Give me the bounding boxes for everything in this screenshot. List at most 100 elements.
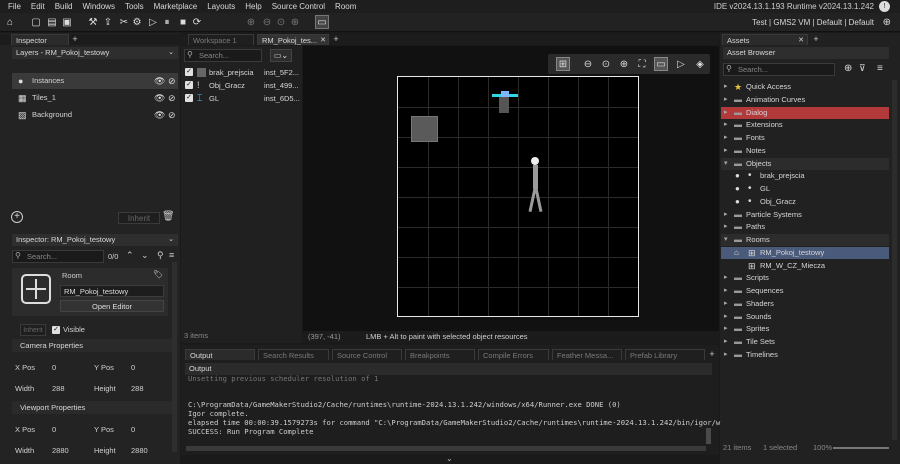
left-scrollbar[interactable] [172, 262, 177, 452]
menu-layouts[interactable]: Layouts [202, 0, 240, 13]
vp-width-value[interactable]: 2880 [52, 446, 69, 455]
instance-checkbox[interactable]: ✓ [185, 68, 193, 76]
pause-icon[interactable]: ⏸ [160, 15, 174, 29]
chevron-down-icon[interactable]: ⌄ [141, 250, 149, 261]
clean-icon[interactable]: ✂ [117, 15, 131, 29]
asset-item[interactable]: ▸ ▬ Tile Sets [721, 336, 889, 348]
chevron-right-icon[interactable]: ▸ [724, 298, 728, 310]
menu-icon[interactable]: ≡ [169, 250, 174, 260]
lock-icon[interactable]: ⊘ [168, 90, 176, 106]
open-editor-button[interactable]: Open Editor [60, 300, 164, 312]
home-icon[interactable]: ⌂ [3, 15, 17, 29]
add-tab-icon[interactable]: + [707, 349, 717, 360]
asset-item[interactable]: ● • Obj_Gracz [721, 196, 889, 208]
tab-assets[interactable]: Assets ✕ [722, 34, 808, 45]
restart-icon[interactable]: ⟳ [190, 15, 204, 29]
add-tab-icon[interactable]: + [811, 34, 821, 45]
lock-icon[interactable]: ⊘ [168, 107, 176, 123]
tab-breakpoints[interactable]: Breakpoints [405, 349, 475, 360]
tag-icon[interactable]: 🏷 [153, 270, 163, 279]
chevron-down-icon[interactable]: ⌄ [446, 454, 453, 463]
tab-feather-messa-[interactable]: Feather Messa... [552, 349, 622, 360]
zoom-out-icon[interactable]: ⊖ [260, 15, 274, 29]
zoom-icon[interactable]: ⊕ [244, 15, 258, 29]
asset-item[interactable]: ● • brak_prejscia [721, 170, 889, 182]
chevron-right-icon[interactable]: ▸ [724, 221, 728, 233]
layer-row[interactable]: ● Instances 👁 ⊘ [12, 73, 178, 89]
camera-properties-header[interactable]: Camera Properties [12, 339, 172, 352]
chevron-down-icon[interactable]: ▾ [724, 234, 728, 246]
visible-checkbox[interactable]: ✓ [52, 326, 60, 334]
menu-file[interactable]: File [3, 0, 26, 13]
pin-icon[interactable]: ⚲ [157, 250, 164, 261]
chevron-down-icon[interactable]: ▾ [724, 158, 728, 170]
cam-height-value[interactable]: 288 [131, 384, 144, 393]
viewport-properties-header[interactable]: Viewport Properties [12, 401, 172, 414]
add-tab-icon[interactable]: + [70, 34, 80, 45]
play-icon[interactable]: ▷ [674, 57, 688, 71]
eye-icon[interactable]: 👁 [154, 107, 165, 123]
obj-gracz-instance[interactable] [528, 157, 543, 213]
asset-item[interactable]: ▸ ▬ Sounds [721, 311, 889, 323]
brak-prejscia-instance[interactable] [411, 116, 438, 142]
chevron-up-icon[interactable]: ⌃ [126, 250, 134, 261]
filter-icon[interactable]: ⊽ [859, 63, 866, 74]
asset-search-input[interactable]: Search... [723, 63, 835, 76]
new-project-icon[interactable]: ▢ [29, 15, 43, 29]
chevron-right-icon[interactable]: ▸ [724, 209, 728, 221]
fit-view-icon[interactable]: ⛶ [635, 57, 649, 71]
add-layer-icon[interactable]: + [11, 211, 23, 223]
delete-layer-icon[interactable]: 🗑 [162, 211, 175, 222]
chevron-right-icon[interactable]: ▸ [724, 107, 728, 119]
tab-source-control[interactable]: Source Control [332, 349, 402, 360]
vp-ypos-value[interactable]: 0 [131, 425, 135, 434]
menu-tools[interactable]: Tools [120, 0, 149, 13]
open-project-icon[interactable]: ▤ [45, 15, 59, 29]
inherit-button-2[interactable]: Inherit [20, 324, 46, 336]
asset-item[interactable]: ⊞ RM_W_CZ_Miecza [721, 260, 889, 272]
chevron-right-icon[interactable]: ▸ [724, 132, 728, 144]
save-icon[interactable]: ▣ [60, 15, 74, 29]
chevron-right-icon[interactable]: ▸ [724, 311, 728, 323]
cam-width-value[interactable]: 288 [52, 384, 65, 393]
asset-item[interactable]: ▸ ▬ Sequences [721, 285, 889, 297]
notification-icon[interactable]: ! [879, 1, 890, 12]
menu-build[interactable]: Build [50, 0, 78, 13]
grid-icon[interactable]: ⊞ [556, 57, 570, 71]
asset-item[interactable]: ▸ ▬ Notes [721, 145, 889, 157]
add-asset-icon[interactable]: ⊕ [844, 63, 852, 74]
asset-zoom[interactable]: 100% [813, 443, 832, 452]
tab-prefab-library[interactable]: Prefab Library [625, 349, 705, 360]
fullscreen-icon[interactable]: ▭ [654, 57, 668, 71]
output-hscroll[interactable] [186, 446, 706, 451]
asset-item[interactable]: ● • GL [721, 183, 889, 195]
room-canvas[interactable] [397, 76, 639, 317]
chevron-right-icon[interactable]: ▸ [724, 336, 728, 348]
vp-height-value[interactable]: 2880 [131, 446, 148, 455]
chevron-right-icon[interactable]: ▸ [724, 94, 728, 106]
menu-icon[interactable]: ≡ [877, 63, 883, 74]
fullscreen-icon[interactable]: ▭ [315, 15, 329, 29]
zoom-reset-icon[interactable]: ⊙ [599, 57, 613, 71]
menu-help[interactable]: Help [240, 0, 266, 13]
eraser-icon[interactable]: ◈ [693, 57, 707, 71]
run-icon[interactable]: ▷ [146, 15, 160, 29]
inherit-button[interactable]: Inherit [118, 212, 160, 224]
asset-item[interactable]: ▸ ▬ Timelines [721, 349, 889, 361]
target-settings-icon[interactable]: ⊕ [883, 17, 891, 28]
vp-xpos-value[interactable]: 0 [52, 425, 56, 434]
lock-icon[interactable]: ⊘ [168, 73, 176, 89]
chevron-right-icon[interactable]: ▸ [724, 323, 728, 335]
menu-edit[interactable]: Edit [26, 0, 50, 13]
instance-search-input[interactable]: Search... [184, 49, 262, 62]
output-vscroll[interactable] [706, 428, 711, 444]
asset-item[interactable]: ⌂ ⊞ RM_Pokoj_testowy [721, 246, 889, 259]
instance-row[interactable]: ✓ ǃ Obj_Gracz inst_499... [182, 79, 300, 92]
chevron-right-icon[interactable]: ▸ [724, 349, 728, 361]
menu-marketplace[interactable]: Marketplace [149, 0, 203, 13]
tab-compile-errors[interactable]: Compile Errors [478, 349, 549, 360]
instance-checkbox[interactable]: ✓ [185, 94, 193, 102]
chevron-down-icon[interactable]: ⌄ [168, 47, 174, 59]
zoom-slider[interactable] [833, 447, 889, 449]
menu-source-control[interactable]: Source Control [267, 0, 330, 13]
